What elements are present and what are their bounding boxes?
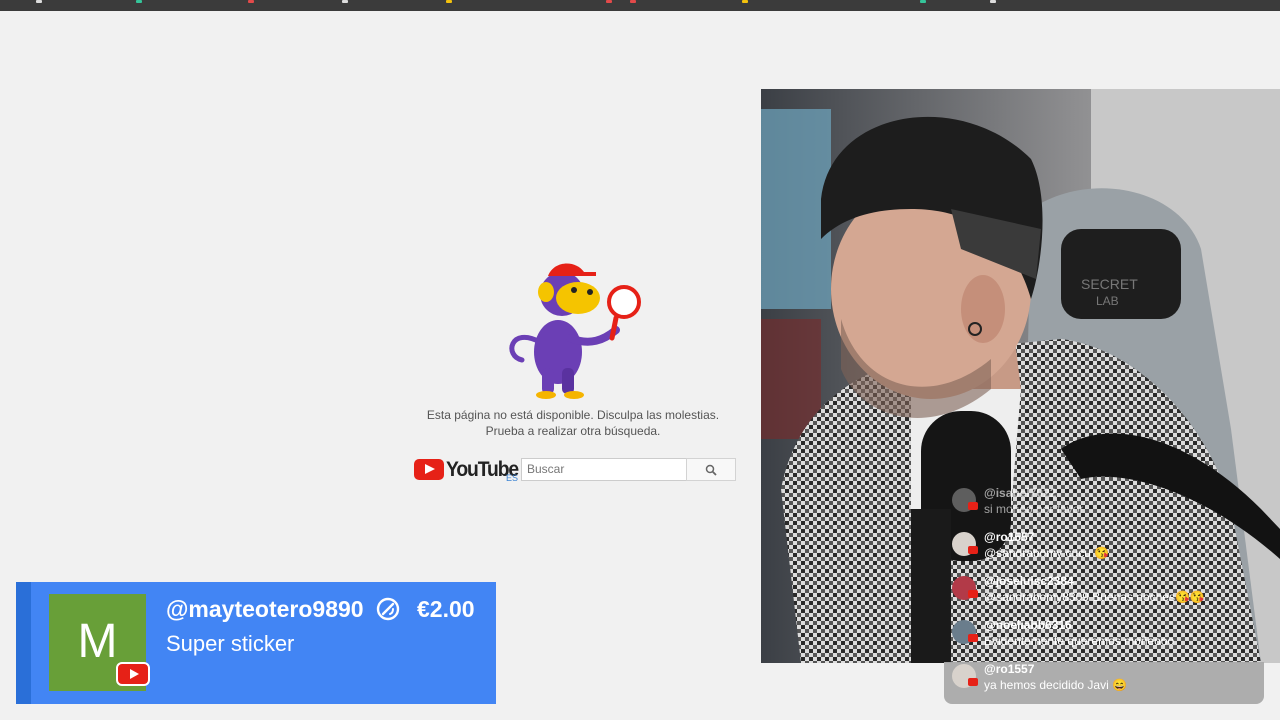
chat-text: @sandrabomy8309 Buenas noches😘😘 <box>984 590 1205 604</box>
chat-username: @ro1557 <box>984 530 1035 544</box>
youtube-badge-icon <box>968 634 978 642</box>
sticker-icon <box>376 597 400 621</box>
chat-message: @joseluisc2384 @sandrabomy8309 Buenas no… <box>952 572 1262 612</box>
unavailable-line-1: Esta página no está disponible. Disculpa… <box>426 408 720 422</box>
donation-amount: €2.00 <box>417 596 475 622</box>
chat-message: @ro1557 @sandrabomy cucu 😘 <box>952 528 1262 568</box>
browser-toolbar-strip <box>0 0 1280 11</box>
live-chat-overlay: @isabel7022 si moñeo por favor @ro1557 @… <box>944 478 1264 704</box>
chat-username: @joseluisc2384 <box>984 574 1074 588</box>
chat-message: @noeliabb6316 Evidentemente queremos moñ… <box>952 616 1262 656</box>
chat-text: Evidentemente queremos moñeooo <box>984 634 1175 648</box>
chat-message: @ro1557 ya hemos decidido Javi 😄 <box>952 660 1262 700</box>
youtube-play-icon <box>414 459 444 480</box>
avatar-letter: M <box>77 615 118 668</box>
chat-text: ya hemos decidido Javi 😄 <box>984 678 1128 692</box>
svg-text:LAB: LAB <box>1096 294 1119 308</box>
youtube-badge-icon <box>968 590 978 598</box>
avatar: M <box>49 594 150 691</box>
chat-text: @sandrabomy cucu 😘 <box>984 546 1110 560</box>
youtube-badge-icon <box>968 678 978 686</box>
donor-username: @mayteotero9890 <box>166 596 364 622</box>
super-sticker-alert: M @mayteotero9890 €2.00 Super sticker <box>16 582 496 704</box>
unavailable-line-2: Prueba a realizar otra búsqueda. <box>485 424 661 438</box>
chat-username: @isabel7022 <box>984 486 1057 500</box>
youtube-logo[interactable]: YouTube ES <box>414 458 522 484</box>
search-input[interactable]: Buscar <box>521 458 687 481</box>
youtube-badge-icon <box>968 502 978 510</box>
chat-username: @ro1557 <box>984 662 1035 676</box>
youtube-badge-icon <box>116 662 150 686</box>
svg-text:SECRET: SECRET <box>1081 276 1138 292</box>
search-button[interactable] <box>686 458 736 481</box>
unavailable-message: Esta página no está disponible. Disculpa… <box>360 407 786 439</box>
alert-subtitle: Super sticker <box>166 631 295 656</box>
youtube-badge-icon <box>968 546 978 554</box>
search-icon <box>705 464 717 476</box>
alert-accent-stripe <box>16 582 31 704</box>
region-code: ES <box>506 473 519 483</box>
chat-text: si moñeo por favor <box>984 502 1084 516</box>
monkey-magnifier-illustration <box>509 263 641 399</box>
chat-message: @isabel7022 si moñeo por favor <box>952 484 1262 524</box>
chat-username: @noeliabb6316 <box>984 618 1072 632</box>
